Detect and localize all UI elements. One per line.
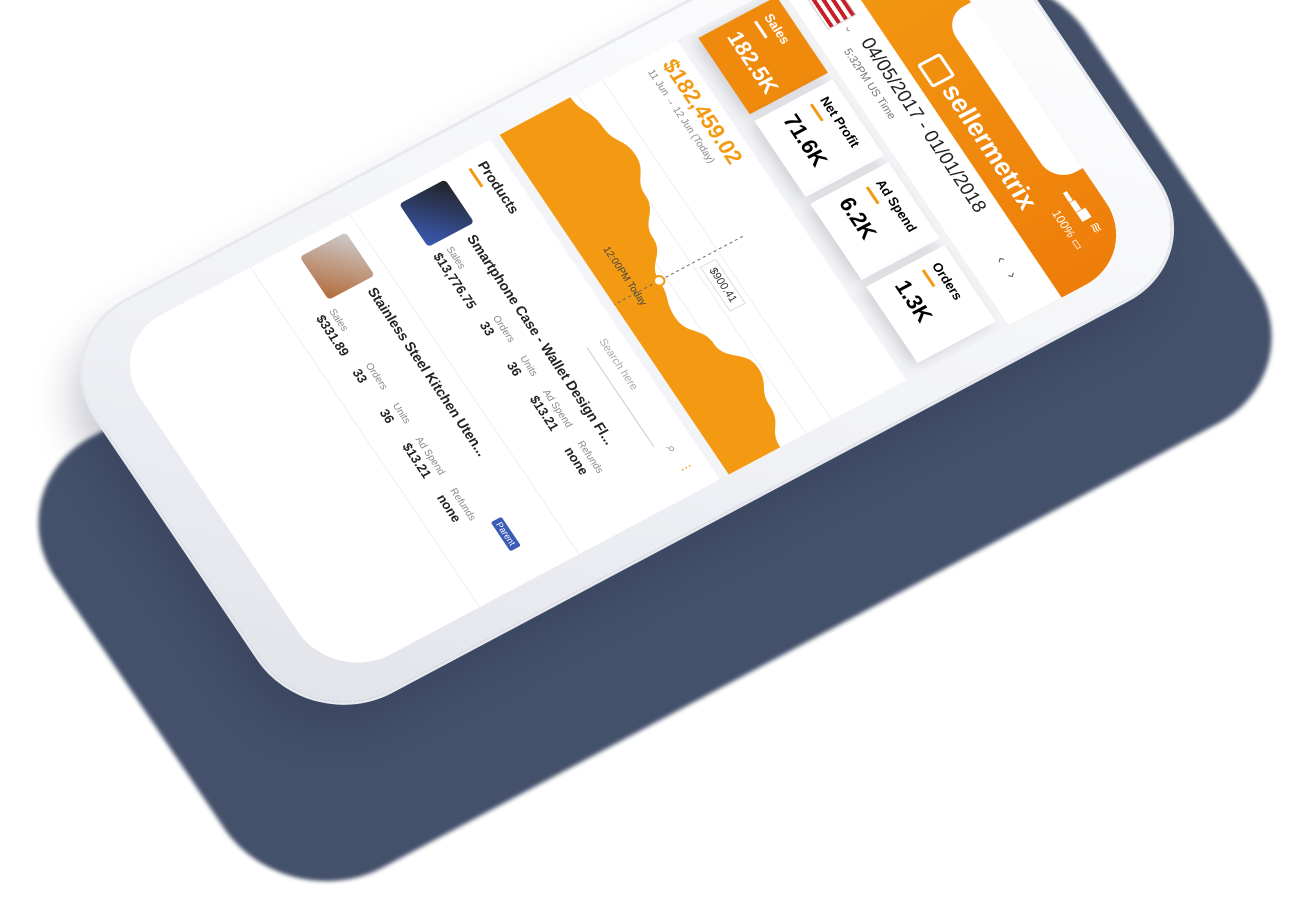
logo-mark-icon — [916, 52, 956, 89]
card-label: Ad Spend — [872, 176, 921, 235]
card-label: Orders — [928, 259, 966, 303]
metric-units: Units 36 — [376, 401, 412, 432]
metric-refunds: Refunds none — [561, 439, 605, 482]
filter-icon[interactable]: ⫶ — [677, 463, 694, 474]
metric-ad-spend: Ad Spend $13.21 — [399, 435, 447, 484]
product-thumbnail — [299, 232, 375, 300]
metric-sales: Sales $331.89 — [313, 307, 362, 358]
product-thumbnail — [399, 179, 475, 248]
card-label: Net Profit — [816, 94, 863, 150]
card-value: 71.6K — [777, 110, 833, 171]
card-label: Sales — [761, 11, 794, 47]
metric-units: Units 36 — [504, 354, 540, 385]
metric-orders: Orders 33 — [477, 314, 517, 352]
chevron-down-icon[interactable]: ⌄ — [841, 21, 859, 36]
metric-refunds: Refunds none — [434, 487, 478, 530]
date-nav: ‹› — [992, 253, 1028, 293]
products-title: Products — [474, 158, 523, 217]
battery-percent: 100% — [1048, 207, 1079, 240]
metric-ad-spend: Ad Spend $13.21 — [527, 388, 575, 437]
metric-orders: Orders 33 — [349, 361, 389, 399]
search-icon[interactable]: ⌕ — [662, 441, 682, 456]
parent-badge: Parent — [490, 516, 521, 552]
